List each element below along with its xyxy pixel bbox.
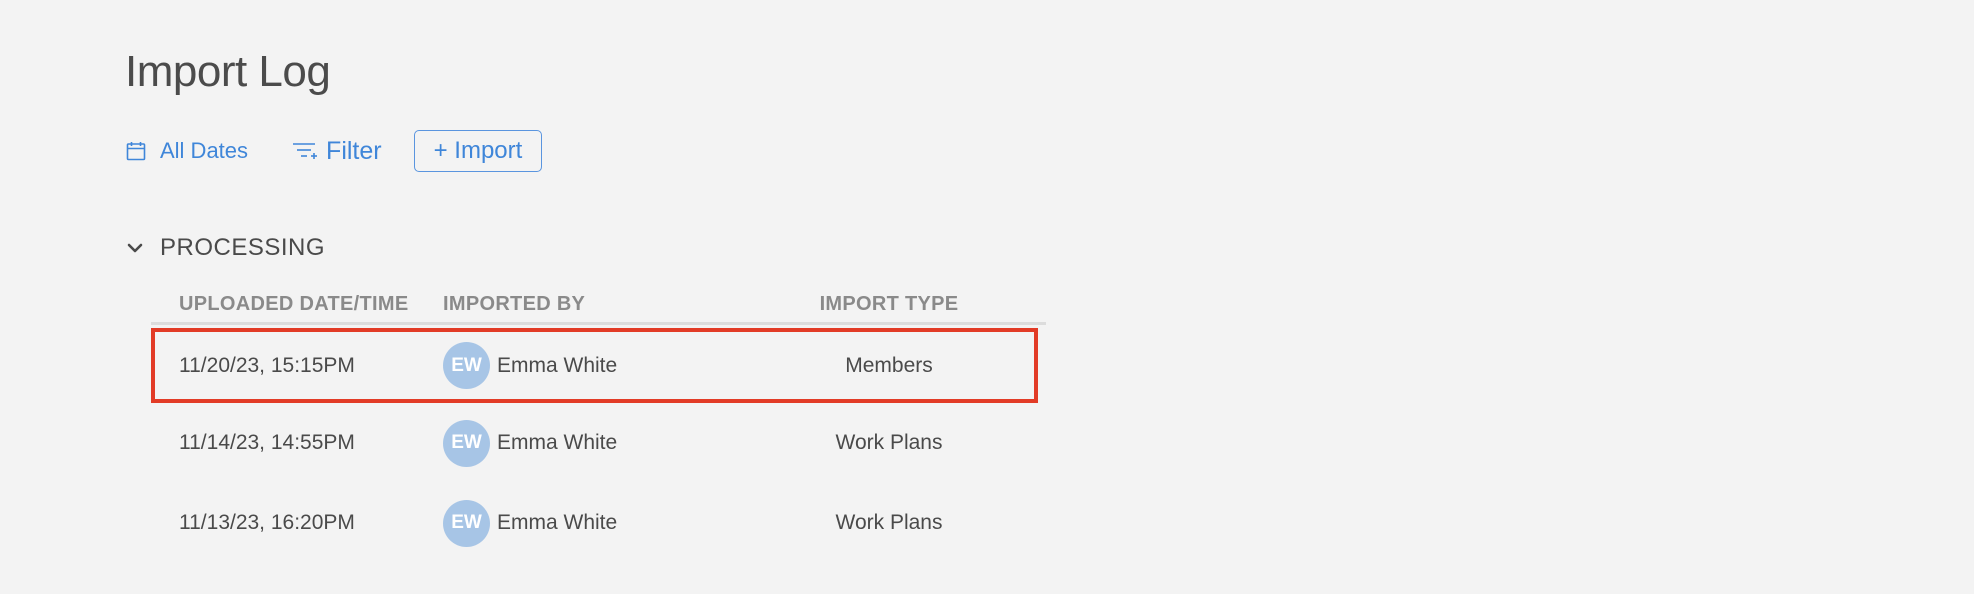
filter-button[interactable]: Filter (292, 137, 382, 166)
all-dates-button[interactable]: All Dates (126, 138, 248, 164)
row-import-type: Members (845, 353, 933, 377)
toolbar: All Dates Filter + Import (126, 130, 543, 172)
table-row[interactable]: 11/13/23, 16:20PM EW Emma White Work Pla… (151, 483, 1046, 563)
row-date: 11/20/23, 15:15PM (179, 353, 355, 377)
all-dates-label: All Dates (160, 138, 249, 163)
chevron-down-icon (126, 239, 144, 257)
row-imported-by: EW Emma White (443, 499, 789, 547)
row-user-name: Emma White (497, 431, 618, 454)
table-row[interactable]: 11/14/23, 14:55PM EW Emma White Work Pla… (151, 403, 1046, 483)
avatar: EW (443, 499, 490, 547)
import-button[interactable]: + Import (413, 130, 543, 172)
column-header-import-type: IMPORT TYPE (819, 292, 959, 315)
row-user-name: Emma White (497, 511, 618, 534)
section-title: PROCESSING (160, 234, 326, 261)
import-table: UPLOADED DATE/TIME IMPORTED BY IMPORT TY… (151, 286, 1046, 563)
table-row[interactable]: 11/20/23, 15:15PM EW Emma White Members (151, 328, 1038, 403)
column-header-imported-by: IMPORTED BY (443, 292, 586, 315)
table-header: UPLOADED DATE/TIME IMPORTED BY IMPORT TY… (151, 286, 1046, 325)
avatar: EW (443, 342, 490, 389)
filter-label: Filter (326, 136, 382, 165)
row-import-type: Work Plans (835, 511, 943, 534)
row-user-name: Emma White (497, 353, 618, 377)
row-imported-by: EW Emma White (443, 419, 789, 467)
section-header-processing[interactable]: PROCESSING (126, 234, 325, 262)
column-header-date: UPLOADED DATE/TIME (179, 292, 409, 315)
row-date: 11/13/23, 16:20PM (179, 511, 355, 534)
row-imported-by: EW Emma White (443, 342, 789, 389)
calendar-icon (126, 141, 146, 161)
row-import-type: Work Plans (835, 431, 943, 454)
avatar: EW (443, 419, 490, 467)
filter-icon (292, 141, 318, 161)
row-date: 11/14/23, 14:55PM (179, 431, 355, 454)
page-title: Import Log (125, 47, 331, 96)
